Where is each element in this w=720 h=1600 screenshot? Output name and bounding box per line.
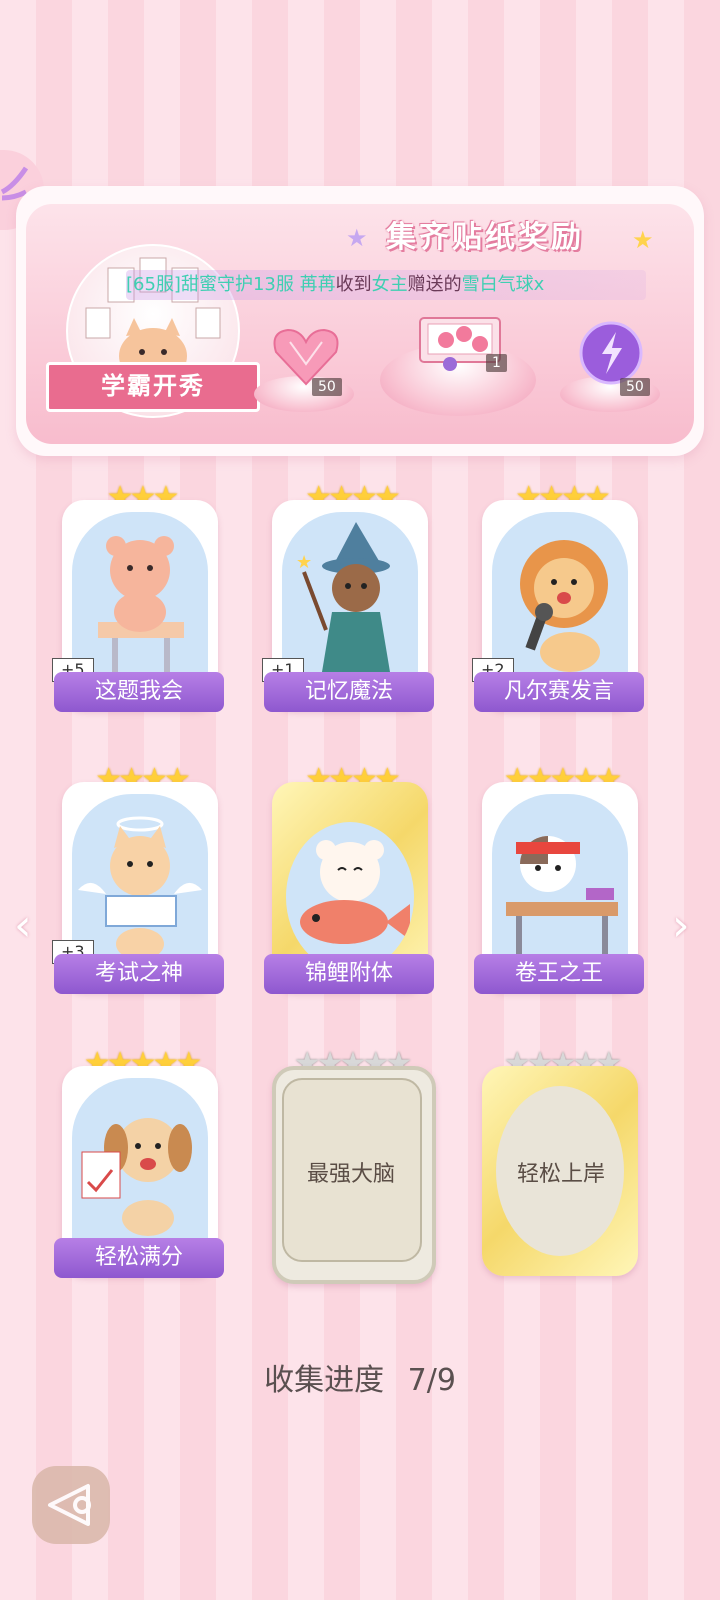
card-label: 考试之神 bbox=[54, 954, 224, 994]
svg-text:★: ★ bbox=[296, 552, 312, 573]
progress-value: 7/9 bbox=[407, 1363, 456, 1398]
puppy-full-score-illustration bbox=[72, 1078, 208, 1258]
bear-with-koi-illustration bbox=[286, 822, 414, 972]
sticker-card[interactable]: ★★★★★ 轻松满分 bbox=[54, 1046, 224, 1278]
sticker-card[interactable]: ★★★★ +2 凡尔赛发言 bbox=[472, 480, 644, 712]
card-label: 这题我会 bbox=[54, 672, 224, 712]
reward-count: 50 bbox=[620, 378, 650, 396]
next-page-arrow-icon[interactable]: › bbox=[672, 900, 690, 951]
theme-label: 学霸开秀 bbox=[46, 362, 260, 412]
reward-count: 1 bbox=[486, 354, 507, 372]
card-label: 最强大脑 bbox=[306, 1162, 395, 1187]
sticker-card[interactable]: ★★★ +5 这题我会 bbox=[52, 480, 224, 712]
reward-count: 50 bbox=[312, 378, 342, 396]
collection-progress: 收集进度 7/9 bbox=[0, 1355, 720, 1399]
gift-broadcast-ticker: [65服]甜蜜守护13服 苒苒收到女主赠送的雪白气球x bbox=[126, 270, 646, 300]
sticker-card[interactable]: ★★★★ +3 考试之神 bbox=[52, 762, 224, 994]
progress-label: 收集进度 bbox=[264, 1363, 385, 1398]
prev-page-arrow-icon[interactable]: ‹ bbox=[14, 900, 32, 951]
card-label: 轻松满分 bbox=[54, 1238, 224, 1278]
star-icon: ★ bbox=[632, 226, 654, 254]
card-label: 卷王之王 bbox=[474, 954, 644, 994]
card-label: 记忆魔法 bbox=[264, 672, 434, 712]
card-label: 锦鲤附体 bbox=[264, 954, 434, 994]
back-arrow-icon bbox=[48, 1484, 91, 1526]
sticker-card[interactable]: ★★★★ ★ +1 记忆魔法 bbox=[262, 480, 434, 712]
card-label: 凡尔赛发言 bbox=[474, 672, 644, 712]
reward-title: 集齐贴纸奖励 bbox=[386, 220, 584, 255]
sticker-reward-panel: 学霸开秀 集齐贴纸奖励 ★ ★ [65服]甜蜜守护13服 苒苒收到女主赠送的雪白… bbox=[16, 186, 704, 456]
studying-cat-illustration bbox=[492, 794, 628, 974]
card-label: 轻松上岸 bbox=[516, 1162, 605, 1187]
sticker-card[interactable]: ★★★★★ 卷王之王 bbox=[474, 762, 644, 994]
sticker-card-locked[interactable]: ★★★★★ 轻松上岸 bbox=[478, 1046, 644, 1276]
purple-orb-icon[interactable] bbox=[578, 320, 644, 386]
sticker-card-locked[interactable]: ★★★★★ 最强大脑 bbox=[268, 1046, 436, 1284]
sticker-card[interactable]: ★★★★ 锦鲤附体 bbox=[264, 762, 434, 994]
back-button[interactable] bbox=[32, 1466, 110, 1544]
star-icon: ★ bbox=[346, 224, 368, 252]
